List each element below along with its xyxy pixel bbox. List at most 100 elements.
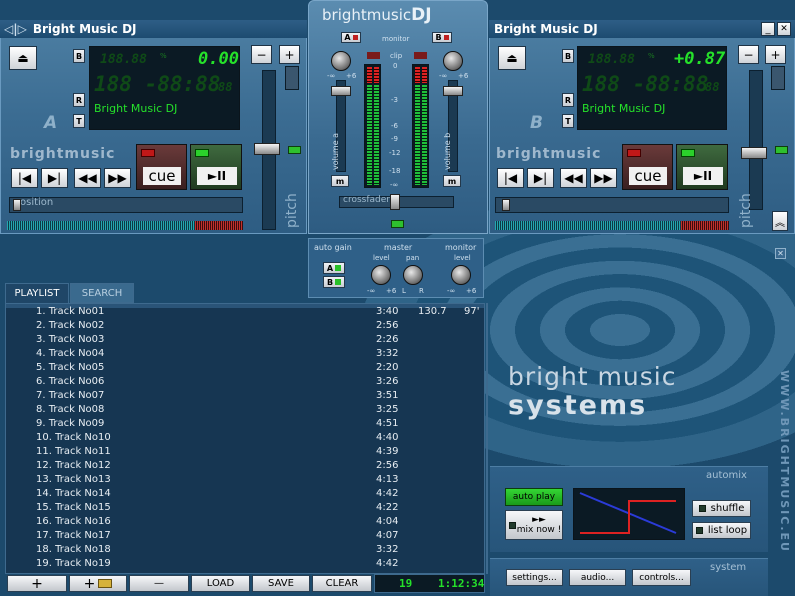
auto-gain-b-label: B bbox=[326, 277, 334, 287]
deck-a-cue-button[interactable]: cue bbox=[136, 144, 187, 190]
deck-a-rewind-button[interactable]: ◀◀ bbox=[74, 168, 101, 188]
deck-b-next-button[interactable]: ▶| bbox=[527, 168, 554, 188]
auto-play-button[interactable]: auto play bbox=[505, 488, 563, 506]
auto-gain-a-button[interactable]: A bbox=[323, 262, 345, 274]
deck-b-pitch-track[interactable] bbox=[749, 70, 763, 210]
playlist-add-button[interactable]: + bbox=[7, 575, 67, 592]
auto-gain-b-button[interactable]: B bbox=[323, 276, 345, 288]
deck-a-position-slider[interactable]: osition bbox=[9, 197, 243, 213]
volume-b-handle[interactable] bbox=[443, 86, 463, 96]
folder-icon bbox=[98, 579, 113, 588]
playlist-row[interactable]: 17. Track No17 4:07 bbox=[36, 530, 476, 544]
deck-a-letter: A bbox=[44, 113, 58, 133]
deck-a-position-handle[interactable] bbox=[13, 199, 21, 211]
deck-b-cue-button[interactable]: cue bbox=[622, 144, 673, 190]
deck-a-play-button[interactable]: ►II bbox=[190, 144, 242, 190]
mix-now-button[interactable]: ►► mix now ! bbox=[505, 510, 563, 540]
playlist-row[interactable]: 1. Track No01 3:40 130.7 97' bbox=[36, 306, 479, 320]
monitor-b-button[interactable]: B bbox=[432, 32, 452, 43]
playlist-load-button[interactable]: LOAD bbox=[191, 575, 250, 592]
list-loop-button[interactable]: list loop bbox=[692, 522, 751, 539]
deck-a-pitch-label: pitch bbox=[284, 193, 300, 228]
deck-a-forward-button[interactable]: ▶▶ bbox=[104, 168, 131, 188]
playlist-save-button[interactable]: SAVE bbox=[252, 575, 310, 592]
controls-button[interactable]: controls... bbox=[632, 569, 691, 586]
playlist-row[interactable]: 2. Track No02 2:56 bbox=[36, 320, 476, 334]
playlist-row[interactable]: 14. Track No14 4:42 bbox=[36, 488, 476, 502]
deck-b-pitch-minus[interactable]: − bbox=[738, 45, 759, 64]
playlist-row[interactable]: 6. Track No06 3:26 bbox=[36, 376, 476, 390]
deck-b-position-handle[interactable] bbox=[502, 199, 510, 211]
playlist-row[interactable]: 11. Track No11 4:39 bbox=[36, 446, 476, 460]
tab-search[interactable]: SEARCH bbox=[70, 283, 134, 303]
deck-a-side-t[interactable]: T bbox=[73, 114, 85, 128]
playlist-add-folder-button[interactable]: + bbox=[69, 575, 127, 592]
settings-button[interactable]: settings... bbox=[506, 569, 563, 586]
gain-a-knob[interactable] bbox=[331, 51, 351, 71]
deck-b-pct-tag: % bbox=[648, 52, 655, 60]
vu-scale-12: -12 bbox=[389, 149, 401, 157]
mute-a-button[interactable]: m bbox=[331, 175, 349, 187]
playlist-row-name: 18. Track No18 bbox=[36, 544, 111, 555]
playlist-row[interactable]: 10. Track No10 4:40 bbox=[36, 432, 476, 446]
playlist-row[interactable]: 5. Track No05 2:20 bbox=[36, 362, 476, 376]
deck-b-position-slider[interactable] bbox=[495, 197, 729, 213]
audio-button[interactable]: audio... bbox=[569, 569, 626, 586]
clip-led-a bbox=[367, 52, 380, 59]
deck-a-pitch-plus[interactable]: + bbox=[279, 45, 300, 64]
playlist-row-name: 6. Track No06 bbox=[36, 376, 105, 387]
playlist-row[interactable]: 3. Track No03 2:26 bbox=[36, 334, 476, 348]
tab-playlist[interactable]: PLAYLIST bbox=[5, 283, 69, 303]
deck-a-pitch-handle[interactable] bbox=[254, 143, 280, 155]
playlist-row[interactable]: 8. Track No08 3:25 bbox=[36, 404, 476, 418]
deck-b-side-b[interactable]: B bbox=[562, 49, 574, 63]
mixer-logo: brightmusicDJ bbox=[322, 5, 432, 25]
deck-a-eject-button[interactable]: ⏏ bbox=[9, 46, 37, 70]
panel-close-button[interactable]: ✕ bbox=[775, 248, 786, 259]
deck-b-side-r[interactable]: R bbox=[562, 93, 574, 107]
mute-b-button[interactable]: m bbox=[443, 175, 461, 187]
deck-b-close-button[interactable]: ✕ bbox=[777, 22, 791, 36]
deck-b-side-t[interactable]: T bbox=[562, 114, 574, 128]
playlist-row[interactable]: 13. Track No13 4:13 bbox=[36, 474, 476, 488]
playlist-row[interactable]: 16. Track No16 4:04 bbox=[36, 516, 476, 530]
minus-icon: — bbox=[154, 578, 164, 589]
deck-b-forward-button[interactable]: ▶▶ bbox=[590, 168, 617, 188]
deck-b-brand: brightmusic bbox=[496, 146, 602, 162]
deck-b-display: 188.88 % +0.87 188 -88:88 88 Bright Musi… bbox=[577, 46, 727, 130]
deck-b-pitch-plus[interactable]: + bbox=[765, 45, 786, 64]
playlist-row[interactable]: 9. Track No09 4:51 bbox=[36, 418, 476, 432]
master-level-knob[interactable] bbox=[371, 265, 391, 285]
master-pan-knob[interactable] bbox=[403, 265, 423, 285]
deck-a-side-b[interactable]: B bbox=[73, 49, 85, 63]
playlist-clear-button[interactable]: CLEAR bbox=[312, 575, 372, 592]
deck-b-pitch-handle[interactable] bbox=[741, 147, 767, 159]
volume-a-handle[interactable] bbox=[331, 86, 351, 96]
playlist-row[interactable]: 12. Track No12 2:56 bbox=[36, 460, 476, 474]
monitor-a-button[interactable]: A bbox=[341, 32, 361, 43]
shuffle-button[interactable]: shuffle bbox=[692, 500, 751, 517]
deck-a-side-r[interactable]: R bbox=[73, 93, 85, 107]
playlist-row[interactable]: 7. Track No07 3:51 bbox=[36, 390, 476, 404]
deck-a-prev-button[interactable]: |◀ bbox=[11, 168, 38, 188]
playlist-row[interactable]: 15. Track No15 4:22 bbox=[36, 502, 476, 516]
deck-a-track-text: Bright Music DJ bbox=[94, 102, 178, 115]
deck-b-bpm-dim: 188.88 bbox=[588, 52, 635, 67]
playlist-row-length: 4:42 bbox=[376, 558, 399, 569]
deck-b-minimize-button[interactable]: _ bbox=[761, 22, 775, 36]
deck-b-rewind-button[interactable]: ◀◀ bbox=[560, 168, 587, 188]
crossfader-handle[interactable] bbox=[390, 194, 400, 210]
deck-b-eject-button[interactable]: ⏏ bbox=[498, 46, 526, 70]
playlist-row[interactable]: 19. Track No19 4:42 bbox=[36, 558, 476, 572]
deck-b-play-button[interactable]: ►II bbox=[676, 144, 728, 190]
playlist-scroll-track[interactable] bbox=[486, 303, 488, 574]
playlist-row[interactable]: 18. Track No18 3:32 bbox=[36, 544, 476, 558]
deck-b-scroll-up-button[interactable]: ︽ bbox=[772, 211, 788, 231]
playlist-remove-button[interactable]: — bbox=[129, 575, 189, 592]
deck-a-pitch-minus[interactable]: − bbox=[251, 45, 272, 64]
gain-b-knob[interactable] bbox=[443, 51, 463, 71]
monitor-level-knob[interactable] bbox=[451, 265, 471, 285]
playlist-row[interactable]: 4. Track No04 3:32 bbox=[36, 348, 476, 362]
deck-a-next-button[interactable]: ▶| bbox=[41, 168, 68, 188]
deck-b-prev-button[interactable]: |◀ bbox=[497, 168, 524, 188]
